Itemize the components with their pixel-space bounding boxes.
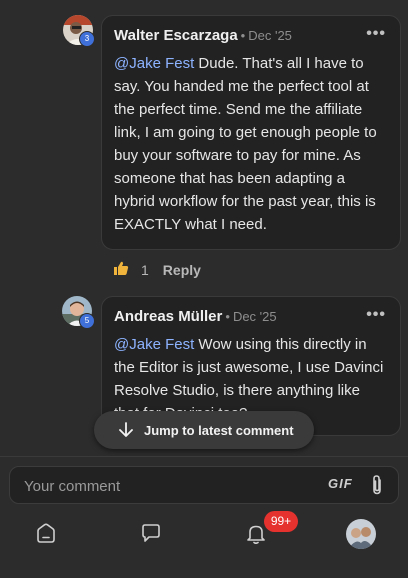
comment-header: Andreas Müller • Dec '25	[114, 308, 388, 330]
comment-input[interactable]	[22, 467, 306, 505]
home-icon[interactable]	[35, 522, 57, 549]
comment-text-line: Wow using this directly in	[194, 336, 367, 353]
like-count: 1	[141, 261, 149, 278]
comment-bubble: Walter Escarzaga • Dec '25 ••• @Jake Fes…	[101, 15, 401, 250]
attachment-icon[interactable]	[370, 474, 384, 501]
comment-text-line: hybrid workflow for the past year, this …	[114, 193, 376, 210]
user-mention-link[interactable]: @Jake Fest	[114, 336, 194, 353]
bottom-navigation	[0, 504, 408, 577]
gif-button[interactable]: GIF	[328, 476, 353, 491]
notification-count-badge: 99+	[264, 511, 298, 532]
jump-to-latest-button[interactable]: Jump to latest comment	[94, 411, 314, 449]
comment-text-line: say. You handed me the perfect tool at	[114, 78, 369, 95]
comment-date: Dec '25	[248, 28, 292, 43]
user-mention-link[interactable]: @Jake Fest	[114, 55, 194, 72]
chat-icon[interactable]	[140, 522, 162, 549]
comment-composer: GIF	[9, 466, 399, 505]
arrow-down-icon	[119, 422, 133, 437]
separator-dot: •	[225, 309, 230, 324]
profile-avatar[interactable]	[346, 519, 376, 554]
more-options-button[interactable]: •••	[366, 307, 386, 323]
thumbs-up-icon[interactable]	[113, 260, 129, 279]
separator-dot: •	[240, 28, 246, 43]
comment-text-line: the Editor is just awesome, I use Davinc…	[114, 359, 384, 376]
jump-to-latest-label: Jump to latest comment	[144, 422, 294, 438]
user-level-badge: 3	[79, 31, 95, 47]
comment-body: @Jake Fest Dude. That's all I have to sa…	[114, 52, 388, 236]
more-options-button[interactable]: •••	[366, 26, 386, 42]
comment-text-line: buy your software to pay for mine. As	[114, 147, 361, 164]
bell-icon[interactable]	[245, 522, 267, 549]
comment-text-line: EXACTLY what I need.	[114, 216, 267, 233]
comment-text-line: link, I am going to get enough people to	[114, 124, 377, 141]
comment-author-name[interactable]: Andreas Müller	[114, 308, 222, 325]
comment-actions: 1 Reply	[113, 260, 201, 279]
user-level-badge: 5	[79, 313, 95, 329]
comment-author-name[interactable]: Walter Escarzaga	[114, 27, 238, 44]
comment-text-line: Resolve Studio, is there anything like	[114, 382, 360, 399]
comment-text-line: someone that has been adapting a	[114, 170, 346, 187]
comment-text-line: Dude. That's all I have to	[194, 55, 364, 72]
comment-header: Walter Escarzaga • Dec '25	[114, 27, 388, 49]
comment-text-line: the perfect time. Send me the affiliate	[114, 101, 363, 118]
comment-date: Dec '25	[232, 309, 277, 324]
reply-button[interactable]: Reply	[163, 262, 201, 278]
